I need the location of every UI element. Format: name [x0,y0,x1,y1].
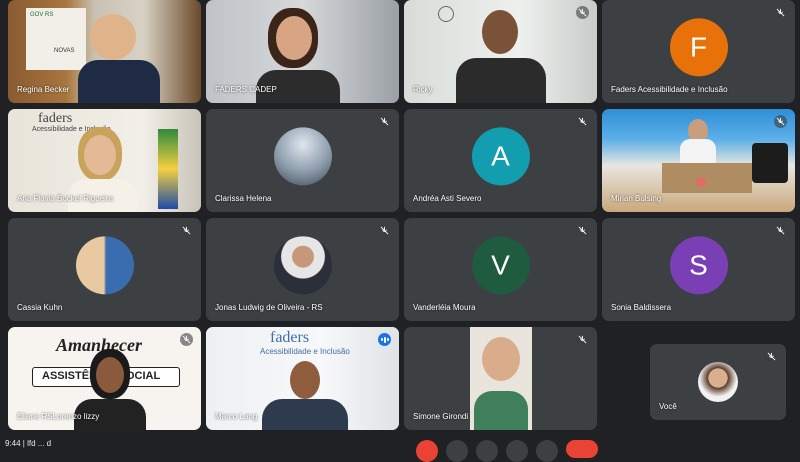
person [482,337,520,381]
leave-call-button[interactable] [566,440,598,458]
person [90,14,136,60]
more-options-button[interactable] [536,440,558,462]
tile-ana-flavia[interactable]: faders Acessibilidade e Inclusão Ana Fla… [8,109,201,212]
person [276,16,312,60]
mic-off-icon [180,333,193,346]
wall-clock [438,6,454,22]
table [662,163,752,193]
tile-cassia-kuhn[interactable]: Cassia Kuhn [8,218,201,321]
participant-name: Sonia Baldissera [611,303,672,312]
avatar [698,362,738,402]
person-body [456,58,546,103]
person-body [262,399,348,430]
participant-name: Ana Flavia Bockel Rigueira [17,194,114,203]
avatar [273,126,332,185]
tile-sonia-baldissera[interactable]: S Sonia Baldissera [602,218,795,321]
tile-self-view[interactable]: Você [602,327,795,430]
tile-vanderleia-moura[interactable]: V Vanderléia Moura [404,218,597,321]
participant-name: Simone Girondi [413,412,469,421]
participant-name: Cassia Kuhn [17,303,63,312]
avatar [273,235,332,294]
tile-jonas-ludwig[interactable]: Jonas Ludwig de Oliveira - RS [206,218,399,321]
person [96,357,124,393]
video-frame [470,327,532,430]
avatar: F [669,17,728,76]
person [482,10,518,54]
participant-name: FADERS CADEP [215,85,277,94]
avatar: S [669,235,728,294]
person [84,135,116,175]
avatar [75,235,134,294]
present-button[interactable] [506,440,528,462]
chair [752,143,788,183]
person-body [474,391,528,430]
tile-mirian-bulsing[interactable]: Mirian Bulsing [602,109,795,212]
mic-off-icon [576,224,589,237]
participant-name: Ricky [413,85,433,94]
mic-off-icon [774,224,787,237]
participant-name: Andréa Asti Severo [413,194,482,203]
person-body [78,60,160,103]
participant-name: Regina Becker [17,85,70,94]
tile-ricky[interactable]: Ricky [404,0,597,103]
avatar: A [471,126,530,185]
flowers [696,177,706,187]
mic-toggle-button[interactable] [416,440,438,462]
person [290,361,320,399]
tile-faders-cadep[interactable]: FADERS CADEP [206,0,399,103]
participant-name: Eliane RSLorenzo lizzy [17,412,100,421]
person-body [680,139,716,163]
speaking-indicator-icon [378,333,391,346]
mic-off-icon [576,115,589,128]
participant-name: Faders Acessibilidade e Inclusão [611,85,728,94]
mic-off-icon [378,115,391,128]
mic-off-icon [378,224,391,237]
flag [158,129,178,209]
participant-name: Vanderléia Moura [413,303,476,312]
tile-marco-lang[interactable]: faders Acessibilidade e Inclusão Marco L… [206,327,399,430]
gov-rs-banner: GOV RS NOVAS [26,8,86,70]
mic-off-icon [576,6,589,19]
mic-off-icon [765,350,778,363]
mic-off-icon [180,224,193,237]
tile-eliane-lorenzo[interactable]: Amanhecer ASSISTÊNCIA SOCIAL Eliane RSLo… [8,327,201,430]
mic-off-icon [774,115,787,128]
participant-name: Marco Lang [215,412,258,421]
meeting-info: 9:44 | lfd ... d [5,439,52,448]
mic-off-icon [774,6,787,19]
participant-name: Clarissa Helena [215,194,272,203]
captions-button[interactable] [476,440,498,462]
tile-clarissa-helena[interactable]: Clarissa Helena [206,109,399,212]
participant-name: Você [659,402,677,411]
tile-faders-acessibilidade[interactable]: F Faders Acessibilidade e Inclusão [602,0,795,103]
self-view-inner: Você [650,344,786,420]
tile-simone-girondi[interactable]: Simone Girondi [404,327,597,430]
tile-regina-becker[interactable]: GOV RS NOVAS Regina Becker [8,0,201,103]
mic-off-icon [576,333,589,346]
camera-toggle-button[interactable] [446,440,468,462]
participant-name: Mirian Bulsing [611,194,662,203]
bottom-control-bar: 9:44 | lfd ... d [0,436,800,462]
tile-andrea-asti-severo[interactable]: A Andréa Asti Severo [404,109,597,212]
participant-name: Jonas Ludwig de Oliveira - RS [215,303,323,312]
avatar: V [471,235,530,294]
